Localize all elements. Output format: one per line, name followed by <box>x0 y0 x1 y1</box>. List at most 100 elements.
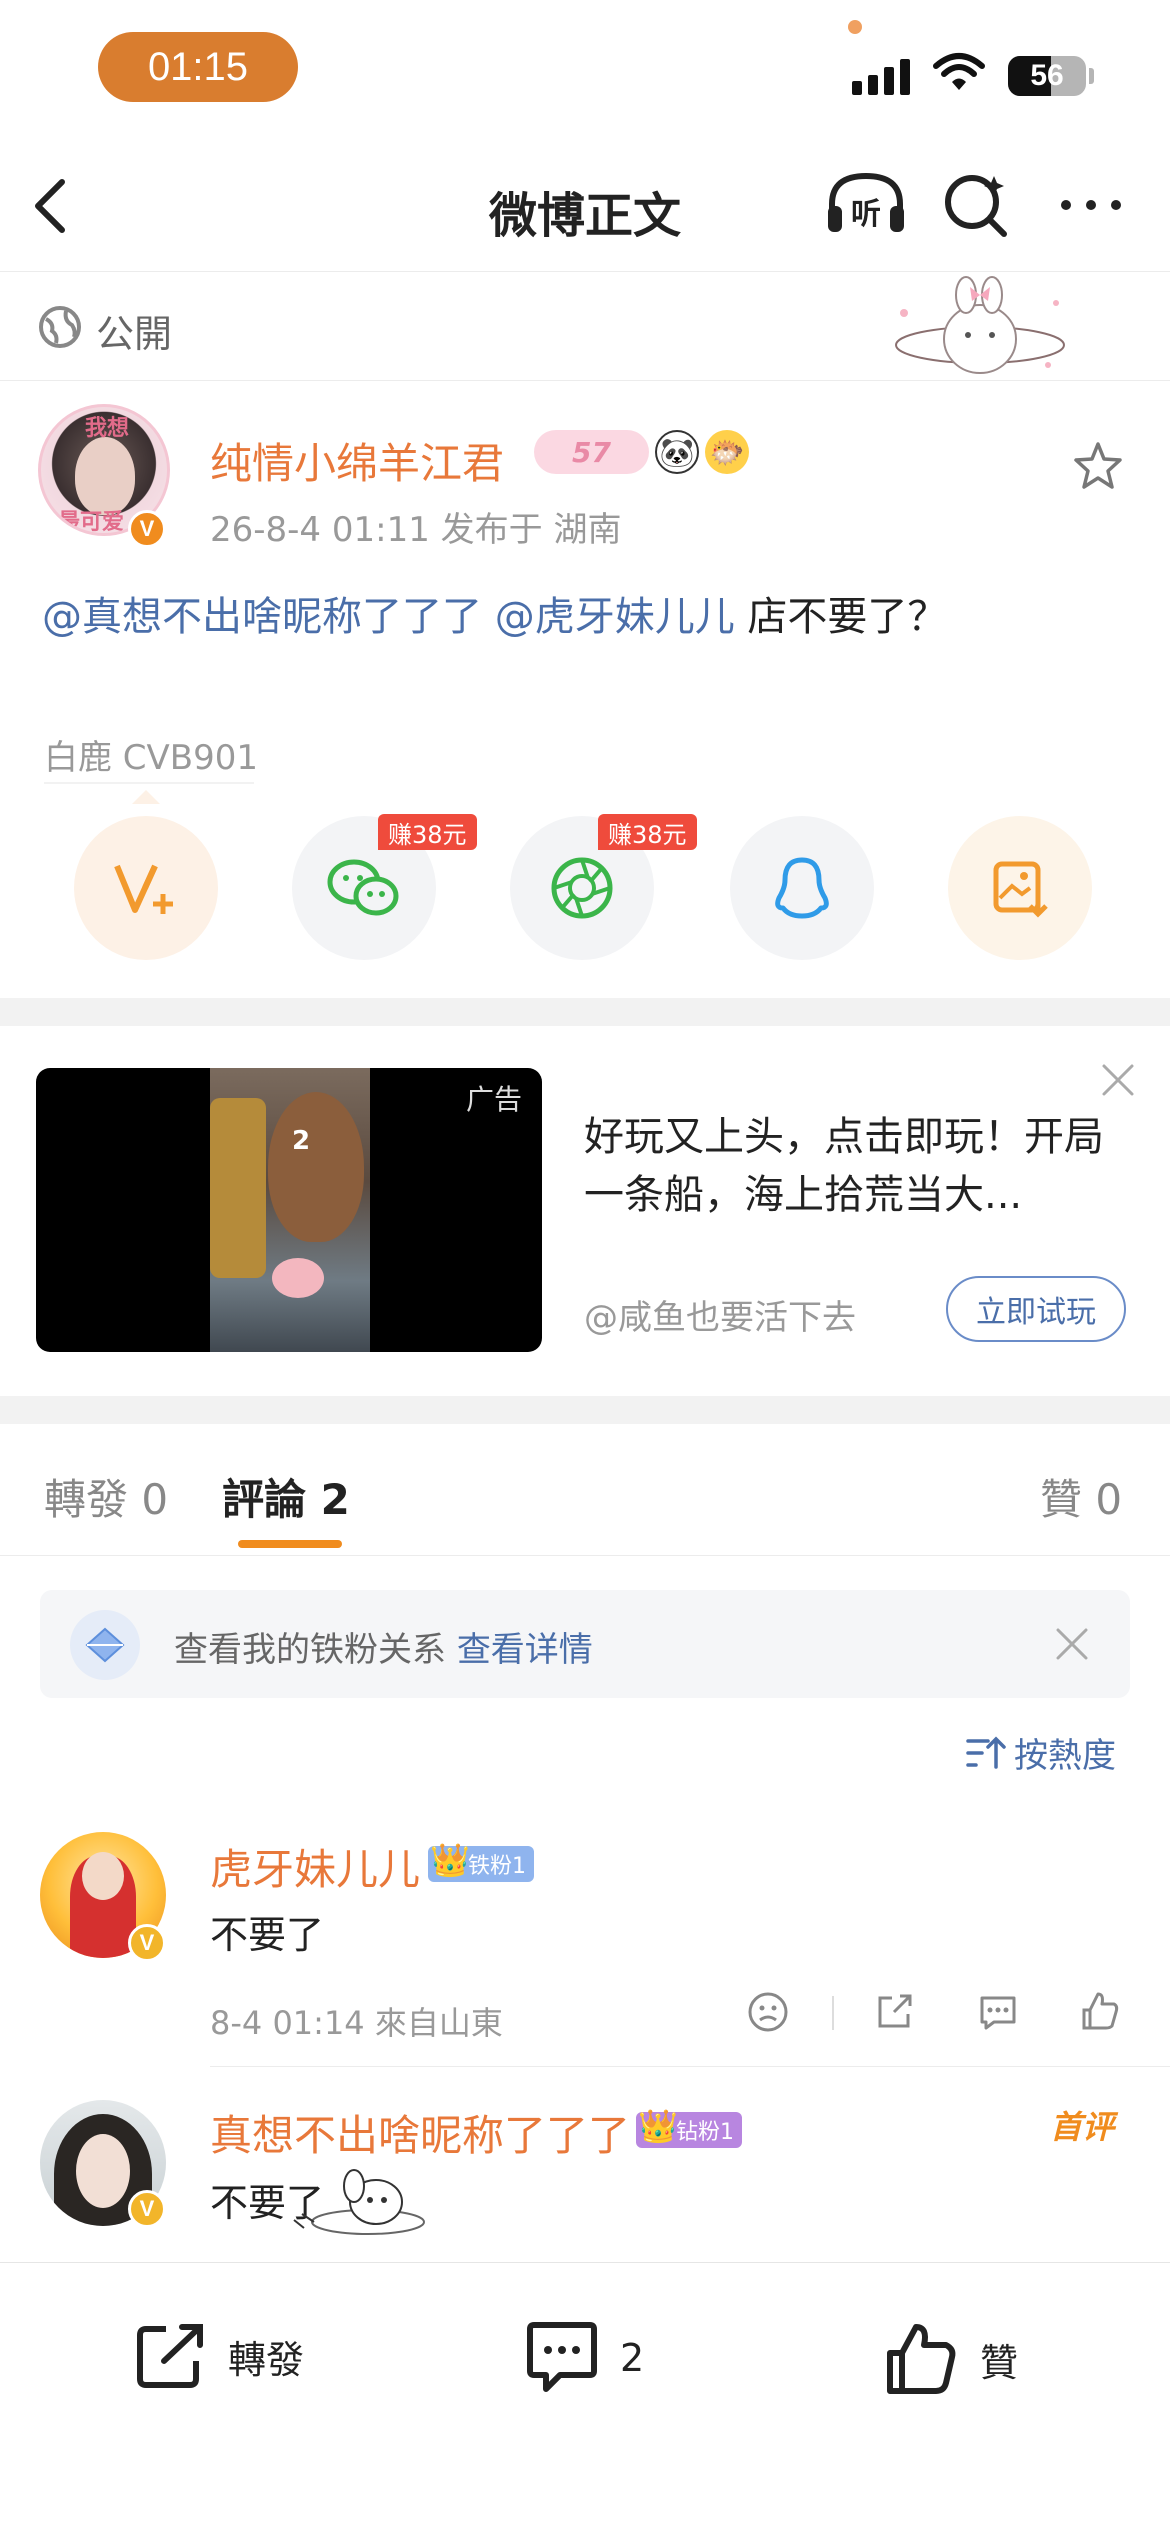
commenter-name[interactable]: 虎牙妹儿儿 <box>210 1836 420 1897</box>
avatar-text-top: 我想 <box>85 416 129 441</box>
action-divider <box>832 1996 834 2030</box>
dog-sticker <box>293 2169 425 2235</box>
nav-bar: 微博正文 听 <box>0 140 1170 272</box>
comment-text: 不要了 <box>210 1913 325 1957</box>
qq-icon <box>775 857 829 919</box>
fan-relation-banner[interactable]: 查看我的铁粉关系 查看详情 <box>40 1590 1130 1698</box>
poster-name[interactable]: 纯情小绵羊江君 <box>210 430 504 491</box>
first-comment-tag: 首评 <box>1050 2108 1115 2146</box>
listen-icon[interactable]: 听 <box>824 170 908 236</box>
earn-tag: 赚38元 <box>598 814 697 850</box>
level-badge: 57 <box>534 430 649 474</box>
moments-icon <box>551 857 613 919</box>
visibility-label: 公開 <box>96 312 173 356</box>
comment-icon <box>527 2322 597 2392</box>
tab-comments-label: 評論 <box>222 1475 307 1524</box>
section-separator <box>0 1396 1170 1424</box>
wifi-icon <box>933 53 985 90</box>
tab-repost[interactable]: 轉發 0 <box>44 1466 168 1527</box>
battery-level: 56 <box>1030 59 1064 92</box>
post-tabs: 轉發 0 評論 2 贊 0 <box>0 1424 1170 1556</box>
verified-badge-icon: V <box>128 1924 166 1962</box>
comment-divider <box>210 2066 1170 2067</box>
ad-video[interactable]: 2 广告 <box>36 1068 542 1352</box>
close-banner-icon[interactable] <box>1052 1624 1092 1664</box>
share-weibo-vplus-button[interactable] <box>74 816 218 960</box>
avatar-text-bottom: 最可爱 <box>58 510 124 535</box>
poster-badges: 57 🐼 🐡 <box>534 430 749 474</box>
comment-meta: 8-4 01:14 來自山東 <box>210 2004 503 2042</box>
favorite-star-icon[interactable] <box>1072 440 1124 492</box>
battery-tip <box>1089 68 1094 84</box>
wechat-icon <box>327 859 399 916</box>
share-row: 赚38元 赚38元 <box>0 814 1170 962</box>
try-now-button[interactable]: 立即试玩 <box>946 1276 1126 1342</box>
post-source[interactable]: 白鹿 CVB901 <box>44 730 258 779</box>
ad-title[interactable]: 好玩又上头，点击即玩！开局一条船，海上拾荒当大... <box>584 1108 1140 1224</box>
search-icon[interactable] <box>942 170 1012 240</box>
cellular-signal-icon <box>852 55 910 95</box>
panda-icon: 🐼 <box>655 430 699 474</box>
comment-count: 2 <box>620 2336 645 2380</box>
repost-icon <box>137 2324 203 2388</box>
share-comment-icon[interactable] <box>872 1990 916 2034</box>
active-tab-indicator <box>238 1540 342 1548</box>
vplus-icon <box>114 864 173 914</box>
recording-indicator <box>848 20 862 34</box>
fan-badge-label: 钻粉1 <box>676 2120 734 2145</box>
svg-text:听: 听 <box>851 197 881 232</box>
tab-likes[interactable]: 贊 0 <box>1040 1466 1122 1527</box>
save-image-icon <box>993 861 1048 918</box>
ad-tag: 广告 <box>465 1083 522 1116</box>
post-meta: 26-8-4 01:11 发布于 湖南 <box>210 510 622 550</box>
verified-badge-icon: V <box>128 510 166 548</box>
diamond-fan-badge: 👑 钻粉1 <box>636 2107 742 2148</box>
sort-label: 按熱度 <box>1014 1736 1116 1776</box>
mention-link[interactable]: @虎牙妹儿儿 <box>495 594 735 640</box>
post-text: 店不要了？ <box>734 594 948 640</box>
view-details-link[interactable]: 查看详情 <box>457 1630 593 1670</box>
dislike-icon[interactable] <box>746 1990 790 2034</box>
comment-button[interactable]: 2 <box>524 2321 644 2395</box>
sort-icon <box>966 1736 1006 1769</box>
reply-icon[interactable] <box>976 1990 1020 2034</box>
bunny-sticker <box>895 276 1065 374</box>
repost-label: 轉發 <box>228 2337 305 2382</box>
source-underline <box>44 782 254 784</box>
save-image-button[interactable] <box>948 816 1092 960</box>
post-body: @真想不出啥昵称了了了 @虎牙妹儿儿 店不要了？ <box>42 584 947 642</box>
fan-badge-label: 铁粉1 <box>468 1854 526 1879</box>
close-ad-icon[interactable] <box>1098 1060 1138 1100</box>
more-icon[interactable] <box>1056 170 1126 240</box>
iron-fan-badge: 👑 铁粉1 <box>428 1841 534 1882</box>
fan-relation-text: 查看我的铁粉关系 查看详情 <box>174 1622 593 1671</box>
fan-relation-label: 查看我的铁粉关系 <box>174 1630 457 1670</box>
visibility-bar: 公開 <box>0 273 1170 381</box>
verified-badge-icon: V <box>128 2190 166 2228</box>
section-separator <box>0 998 1170 1026</box>
mention-link[interactable]: @真想不出啥昵称了了了 <box>42 594 482 640</box>
pufferfish-icon: 🐡 <box>705 430 749 474</box>
repost-button[interactable]: 轉發 <box>134 2321 304 2391</box>
ad-source[interactable]: @咸鱼也要活下去 <box>584 1290 856 1339</box>
like-comment-icon[interactable] <box>1078 1990 1122 2034</box>
thumbs-up-icon <box>887 2324 956 2394</box>
pointer-triangle <box>132 790 160 804</box>
earn-tag: 赚38元 <box>378 814 477 850</box>
sort-by-heat[interactable]: 按熱度 <box>966 1728 1116 1777</box>
like-label: 贊 <box>980 2340 1019 2385</box>
tab-comments[interactable]: 評論 2 <box>222 1466 350 1527</box>
crown-icon: 👑 <box>638 2107 678 2145</box>
share-qq-button[interactable] <box>730 816 874 960</box>
diamond-icon <box>70 1610 140 1680</box>
tab-comments-count: 2 <box>320 1475 350 1524</box>
globe-icon <box>39 306 81 348</box>
commenter-name[interactable]: 真想不出啥昵称了了了 <box>210 2102 630 2163</box>
status-bar: 01:15 56 <box>0 0 1170 140</box>
crown-icon: 👑 <box>430 1841 470 1879</box>
battery-icon: 56 <box>1008 56 1086 96</box>
bottom-action-bar: 轉發 2 贊 <box>0 2262 1170 2532</box>
ad-video-number: 2 <box>292 1126 311 1156</box>
status-time: 01:15 <box>98 32 298 102</box>
like-button[interactable]: 贊 <box>884 2321 1018 2397</box>
